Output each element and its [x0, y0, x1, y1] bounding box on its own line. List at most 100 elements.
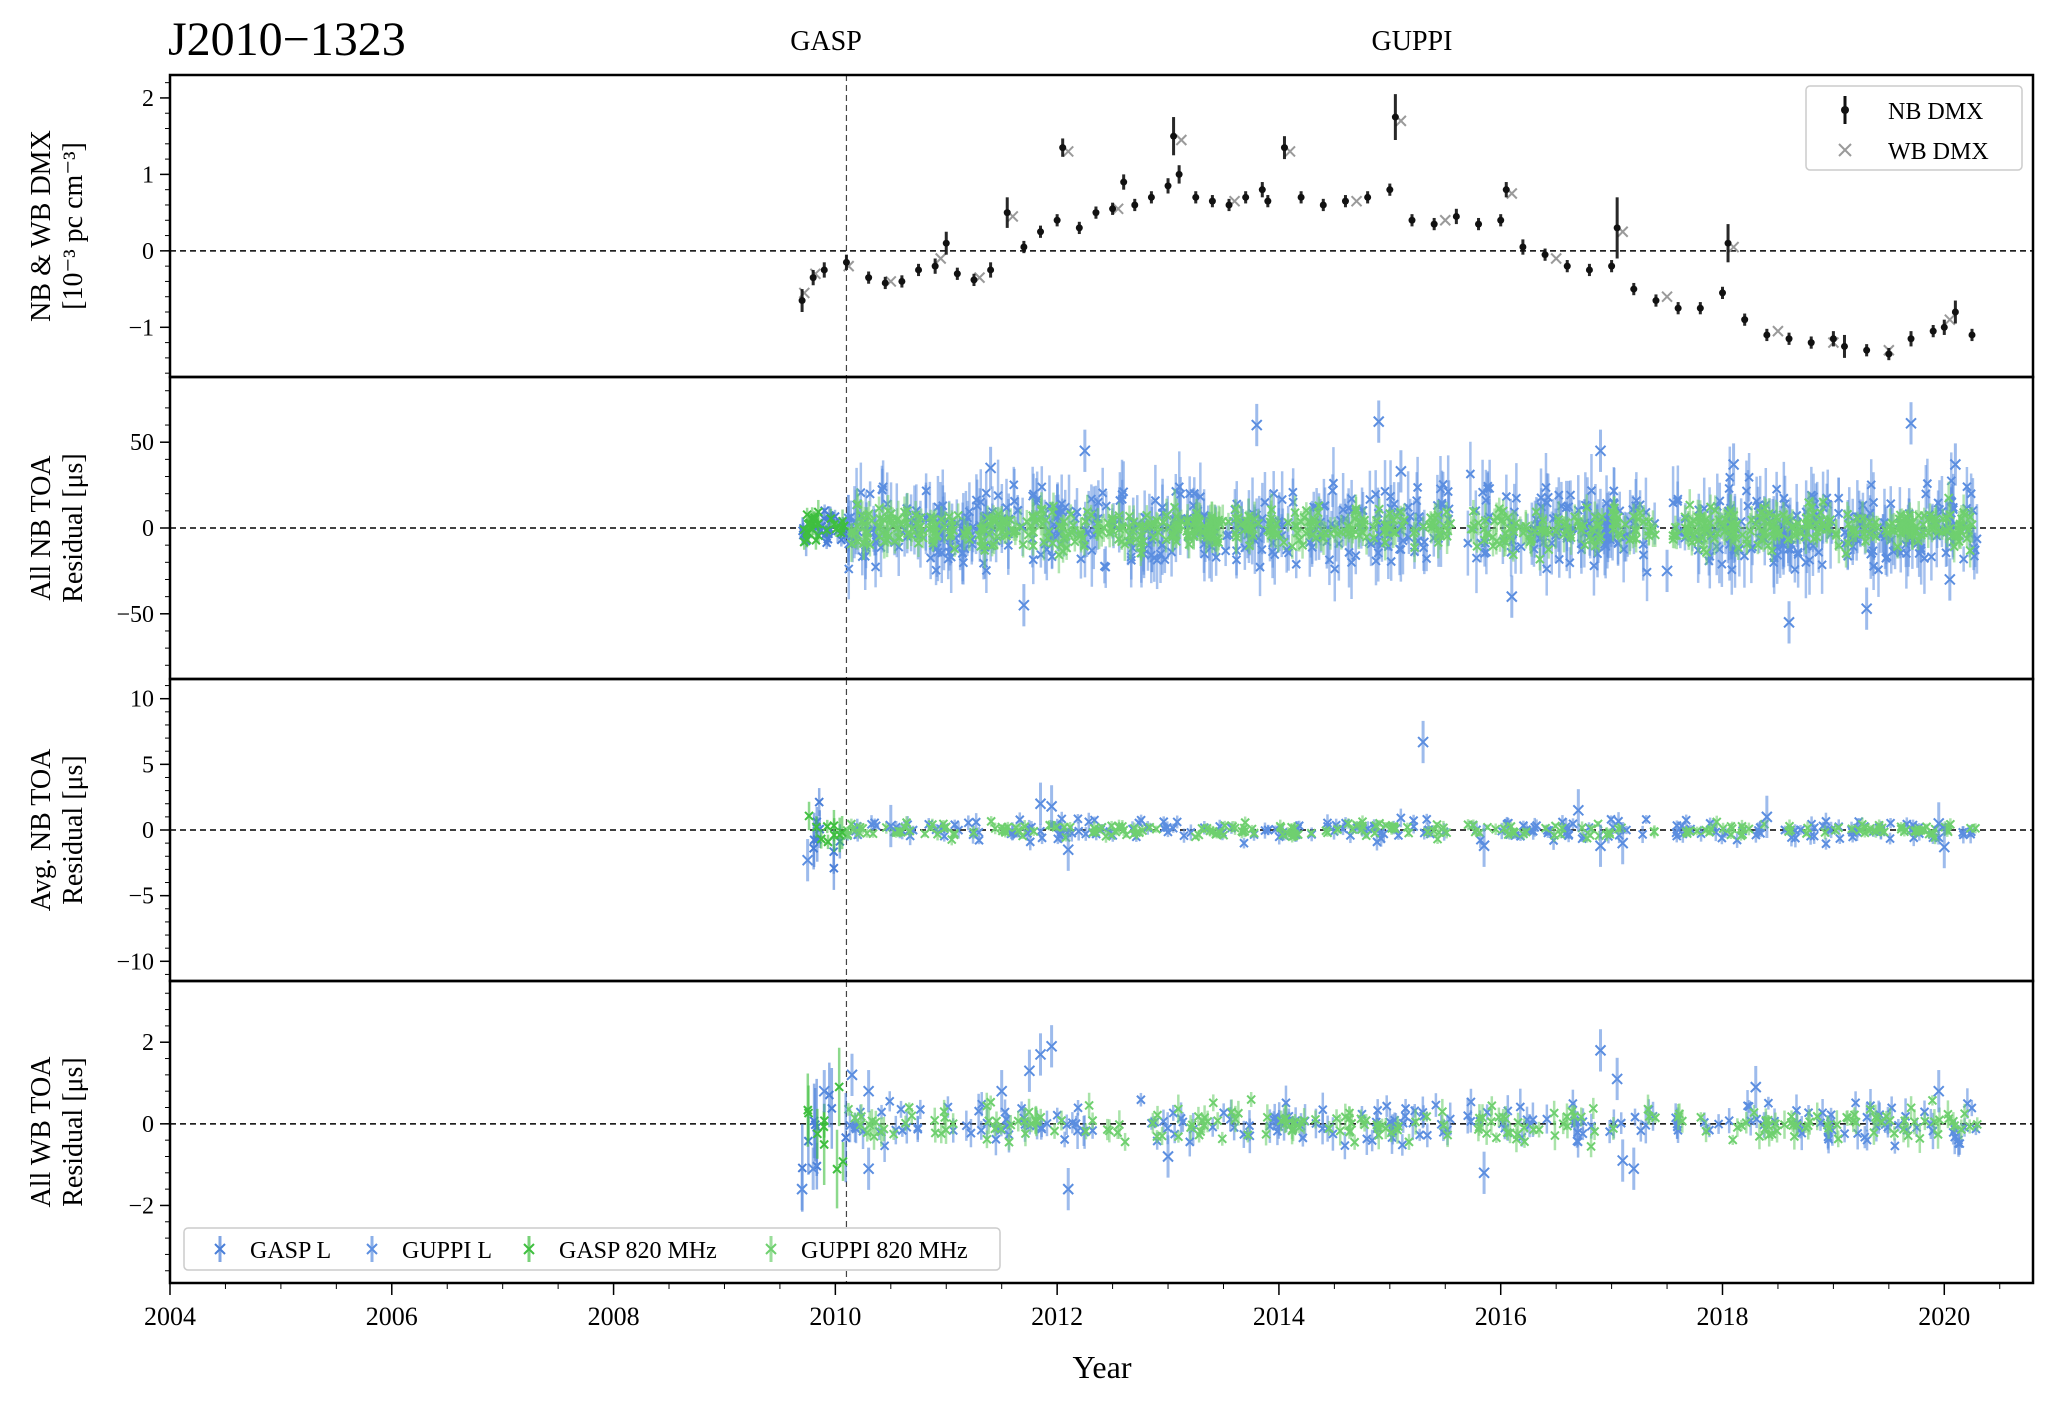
- y-tick-label: −50: [116, 602, 154, 628]
- nb-dmx-point: [1059, 144, 1067, 152]
- nb-dmx-point: [1541, 251, 1549, 259]
- nb-dmx-point: [1341, 197, 1349, 205]
- nb-dmx-point: [1364, 193, 1372, 201]
- nb-dmx-point: [1164, 182, 1172, 190]
- nb-dmx-point: [1020, 243, 1028, 251]
- nb-dmx-point: [1674, 304, 1682, 312]
- nb-dmx-point: [1452, 212, 1460, 220]
- nb-dmx-point: [1807, 339, 1815, 347]
- nb-dmx-point: [1120, 178, 1128, 186]
- figure-title: J2010−1323: [168, 13, 406, 66]
- nb-dmx-point: [1613, 224, 1621, 232]
- nb-dmx-point: [1264, 197, 1272, 205]
- nb-dmx-point: [1131, 201, 1139, 209]
- nb-dmx-point: [1940, 323, 1948, 331]
- wb-dmx-point: [1944, 313, 1956, 326]
- nb-dmx-point: [1147, 193, 1155, 201]
- nb-dmx-point: [1785, 335, 1793, 343]
- nb-dmx-point: [1585, 266, 1593, 274]
- nb-dmx-point: [1519, 243, 1527, 251]
- y-tick-label: 10: [130, 687, 154, 713]
- nb-dmx-point: [842, 258, 850, 266]
- nb-dmx-point: [1075, 224, 1083, 232]
- nb-dmx-point: [1829, 335, 1837, 343]
- nb-dmx-point: [1719, 289, 1726, 297]
- nb-dmx-point: [1297, 193, 1305, 201]
- panel-all_nb_toa: −50 0 50 All NB TOA Residual [μs]: [26, 375, 2035, 681]
- nb-dmx-point: [1608, 262, 1616, 270]
- nb-dmx-point: [1929, 327, 1937, 335]
- nb-dmx-point: [1840, 342, 1848, 350]
- panel-avg_nb_toa: −10 −5 0 5 10 Avg. NB TOA Residual [μs]: [26, 677, 2035, 983]
- nb-dmx-point: [1280, 144, 1288, 152]
- nb-dmx-point: [953, 270, 961, 278]
- nb-dmx-point: [881, 279, 889, 287]
- nb-dmx-point: [1037, 228, 1045, 236]
- backend-label-guppi: GUPPI: [1372, 26, 1453, 57]
- residual-point: [1550, 821, 1561, 831]
- nb-dmx-point: [1652, 297, 1660, 305]
- y-tick-label: 5: [142, 752, 154, 778]
- y-tick-label: 1: [142, 162, 154, 188]
- nb-dmx-point: [1170, 132, 1178, 140]
- nb-dmx-point: [820, 266, 828, 274]
- y-tick-label: 0: [142, 516, 154, 542]
- nb-dmx-point: [1408, 216, 1416, 224]
- nb-dmx-point: [1092, 209, 1100, 217]
- legend-label-nb-dmx: NB DMX: [1888, 99, 1983, 125]
- y-tick-label: −10: [116, 949, 154, 975]
- timing-residuals-figure: J2010−1323 GASP GUPPI −1012NB & WB DMX [1…: [26, 13, 2035, 1385]
- nb-dmx-point: [987, 266, 995, 274]
- y-axis-label-line2: Residual [μs]: [58, 453, 89, 603]
- nb-dmx-point: [1225, 201, 1233, 209]
- panel-all_wb_toa: −202All WB TOA Residual [μs]GASP L GUPPI L…: [26, 979, 2035, 1285]
- nb-dmx-point: [798, 297, 806, 305]
- nb-dmx-point: [898, 277, 906, 285]
- legend-label-wb-dmx: WB DMX: [1888, 139, 1989, 165]
- y-axis-label-line1: All NB TOA: [26, 455, 57, 601]
- nb-dmx-point: [1863, 346, 1871, 354]
- nb-dmx-point: [1951, 308, 1959, 316]
- panels: −1012NB & WB DMX [10⁻³ pc cm⁻³]NB DMXWB D…: [26, 73, 2035, 1331]
- nb-dmx-point: [1053, 216, 1061, 224]
- wb-dmx-point: [934, 252, 947, 265]
- nb-dmx-point: [1968, 331, 1976, 339]
- nb-dmx-point: [1696, 304, 1704, 312]
- nb-dmx-point: [1003, 209, 1011, 217]
- nb-dmx-point: [1386, 186, 1394, 194]
- nb-dmx-point: [1763, 331, 1771, 339]
- y-axis-label-line1: NB & WB DMX: [26, 130, 57, 322]
- nb-dmx-point: [1258, 186, 1266, 194]
- nb-dmx-point: [1175, 170, 1183, 178]
- nb-dmx-point: [809, 274, 817, 282]
- wb-dmx-point: [1772, 325, 1784, 337]
- y-tick-label: 0: [142, 818, 154, 844]
- panel-nb_wb_dmx: −1 0 1 2 NB & WB DMX [10⁻³ pc cm⁻³] NB DMX WB D…: [26, 73, 2035, 379]
- nb-dmx-point: [942, 239, 950, 247]
- wb-dmx-point: [1550, 252, 1562, 265]
- y-axis-label-line1: Avg. NB TOA: [26, 748, 57, 911]
- nb-dmx-point: [1502, 186, 1510, 194]
- nb-dmx-point: [1741, 316, 1749, 324]
- wb-dmx-point: [1175, 134, 1188, 146]
- nb-dmx-point: [1907, 335, 1915, 343]
- nb-dmx-point: [1430, 220, 1438, 228]
- nb-dmx-point: [1242, 193, 1250, 201]
- y-axis-label-line2: Residual [μs]: [58, 755, 89, 905]
- nb-dmx-point: [1497, 216, 1505, 224]
- dmx-legend: NB DMX WB DMX: [1805, 85, 2023, 171]
- y-axis-label-line2: [10⁻³ pc cm⁻³]: [58, 142, 89, 310]
- nb-dmx-point: [931, 262, 939, 270]
- nb-dmx-point: [915, 266, 923, 274]
- wb-dmx-point: [1439, 214, 1451, 226]
- wb-dmx-point: [1350, 195, 1363, 207]
- nb-dmx-point: [1724, 239, 1732, 247]
- wb-dmx-point: [1661, 291, 1673, 303]
- y-tick-label: −1: [128, 315, 154, 341]
- nb-dmx-point: [1109, 205, 1117, 213]
- nb-dmx-point: [1319, 201, 1327, 209]
- nb-dmx-point: [1630, 285, 1638, 293]
- backend-label-gasp: GASP: [790, 26, 862, 57]
- nb-dmx-point: [1192, 193, 1200, 201]
- y-tick-label: −5: [128, 884, 154, 910]
